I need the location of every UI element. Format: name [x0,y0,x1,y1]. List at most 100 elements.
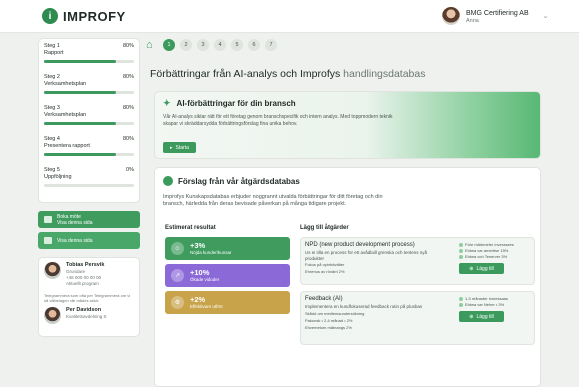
sparkle-icon: ✦ [163,98,171,108]
database-icon [163,176,173,186]
action-desc: Implementera en kundfokuserad feedback r… [305,304,423,309]
page-step-6[interactable]: 6 [248,39,260,51]
ai-card-title: AI-förbättringar för din bransch [176,99,296,108]
result-value: +10% [190,267,210,277]
action-meta-line: Ehtwa och Tenerver 3% [459,254,531,260]
page-step-2[interactable]: 2 [180,39,192,51]
contact-note: Telegrammera som ofta per Telegrammera o… [44,293,131,303]
logo-mark-icon: i [42,8,58,24]
step-subtitle: Rapport [44,50,64,56]
progress-bar [44,60,134,63]
progress-fill [44,60,116,63]
page-step-4[interactable]: 4 [214,39,226,51]
step-item[interactable]: Steg 2 Verksamhetsplan 80% [44,74,134,105]
add-actions-label: Lägg till åtgärder [300,225,349,231]
result-label: Nöjda kunder/kunsar [190,249,232,255]
start-button[interactable]: ▸ Starta [163,142,196,153]
step-percent: 80% [122,105,134,111]
step-subtitle: Presentera rapport [44,143,90,149]
chevron-down-icon[interactable]: ⌄ [543,12,549,20]
plus-icon: ⊕ [469,265,474,272]
page-step-1[interactable]: 1 [163,39,175,51]
progress-bar [44,184,134,187]
clock-icon [459,297,463,301]
add-button-label: Lägg till [476,313,494,320]
meta-text: Ehtwa var Neher • 3% [465,302,505,307]
contacts-card: Tobias Persvik Grundare +46 000 00 00 00… [38,257,140,337]
clock-icon [459,243,463,247]
step-percent: 80% [122,136,134,142]
contact-item[interactable]: Tobias Persvik Grundare +46 000 00 00 00… [44,262,134,287]
progress-fill [44,153,116,156]
contact-program: Aktuellt program [66,281,99,286]
chart-icon [459,303,463,307]
play-icon: ▸ [170,144,173,151]
proposals-title: Förslag från vår åtgärdsdatabas [178,176,300,186]
chart-icon [459,255,463,259]
step-item[interactable]: Steg 1 Rapport 80% [44,43,134,74]
step-percent: 80% [122,74,134,80]
step-subtitle: Verksamhetsplan [44,112,87,118]
step-percent: 0% [126,167,134,173]
result-tile: ⚙ +2% Effektivare utfört [165,291,290,314]
page-step-7[interactable]: 7 [265,39,277,51]
calendar-icon [44,216,52,223]
page-step-3[interactable]: 3 [197,39,209,51]
page-icon [44,237,52,244]
action-meta: Före märkmeter inverasees Ehtwa var amer… [459,242,531,274]
step-title: Steg 5 [44,167,60,173]
avatar [44,307,61,324]
ai-card-text: Vår AI-analys siktar rätt för ett företa… [163,114,393,127]
chart-icon [459,249,463,253]
book-meeting-button[interactable]: Boka möte Visa denna sida [38,211,140,228]
proposals-heading: Förslag från vår åtgärdsdatabas [163,176,300,186]
step-navigation: ⌂ 1 2 3 4 5 6 7 [146,34,541,56]
action-desc: Us ei tilla en process för ett avådlaill… [305,250,428,261]
meta-text: Ehtwa och Tenerver 3% [465,254,508,259]
result-label: Effektivare utfört [190,303,223,309]
action-meta: 1-3 månader inmessaas Ehtwa var Neher • … [459,296,531,322]
step-list: Steg 1 Rapport 80% Steg 2 Verksamhetspla… [38,38,140,203]
actions-list: Lägg till åtgärder NPD (new product deve… [300,225,535,351]
proposals-text: Improfys Kunskapsdatabas erbjuder noggra… [163,194,383,207]
page-title: Förbättringar från AI-analys och Improfy… [150,68,541,80]
page-title-main: Förbättringar från AI-analys och Improfy… [150,68,341,80]
progress-bar [44,91,134,94]
contact-name: Per Davidson [66,307,102,313]
top-bar: i IMPROFY BMG Certifiering AB Anna ⌄ [0,0,579,33]
view-page-button[interactable]: Visa denna sida [38,232,140,249]
add-button-label: Lägg till [476,265,494,272]
action-bullet: Ehvemetum mätnangs 2% [305,324,352,330]
user-menu[interactable]: BMG Certifiering AB Anna ⌄ [442,7,549,25]
progress-bar [44,122,134,125]
progress-fill [44,91,116,94]
add-action-button[interactable]: ⊕ Lägg till [459,311,504,322]
home-icon[interactable]: ⌂ [146,39,158,51]
proposals-card: Förslag från vår åtgärdsdatabas Improfys… [154,167,541,387]
add-action-button[interactable]: ⊕ Lägg till [459,263,504,274]
page-title-light: handlingsdatabas [343,68,426,80]
book-meeting-sub: Visa denna sida [57,219,93,226]
step-item[interactable]: Steg 3 Verksamhetsplan 80% [44,105,134,136]
result-tile: ↗ +10% Ökade vidoder [165,264,290,287]
sidebar: Steg 1 Rapport 80% Steg 2 Verksamhetspla… [38,38,140,338]
step-item[interactable]: Steg 4 Presentera rapport 80% [44,136,134,167]
step-title: Steg 4 [44,136,60,142]
step-title: Steg 1 [44,43,60,49]
page-step-5[interactable]: 5 [231,39,243,51]
main-content: ⌂ 1 2 3 4 5 6 7 Förbättringar från AI-an… [146,34,541,387]
progress-fill [44,122,116,125]
action-item: Feedback (AI) Implementera en kundfokuse… [300,291,535,345]
action-item: NPD (new product development process) Us… [300,237,535,285]
contact-item[interactable]: Per Davidson Kvalitetsavdelning S [44,307,134,324]
avatar [442,7,460,25]
view-page-label: Visa denna sida [57,237,93,244]
logo-text: IMPROFY [63,8,126,24]
logo[interactable]: i IMPROFY [42,8,126,24]
plus-icon: ⊕ [469,313,474,320]
step-item[interactable]: Steg 5 Uppföljning 0% [44,167,134,198]
user-name: Anna [466,17,479,24]
contact-name: Tobias Persvik [66,262,105,268]
gear-icon: ⚙ [171,296,184,309]
result-value: +3% [190,240,206,250]
